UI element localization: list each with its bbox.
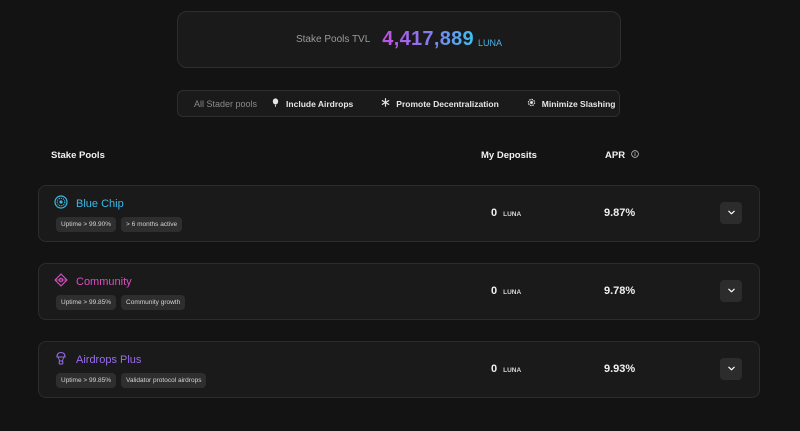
- pool-tag: Uptime > 99.85%: [56, 373, 117, 388]
- pool-tag: > 6 months active: [121, 217, 183, 232]
- gear-icon: [527, 98, 536, 109]
- chevron-down-icon: [727, 204, 736, 222]
- filter-minimize-slashing[interactable]: Minimize Slashing: [527, 98, 616, 109]
- pool-tag: Uptime > 99.90%: [56, 217, 117, 232]
- filter-promote-decentralization-label: Promote Decentralization: [396, 98, 499, 109]
- expand-button[interactable]: [720, 202, 742, 224]
- pool-deposit: 0 LUNA: [491, 363, 521, 375]
- tvl-card: Stake Pools TVL 4,417,889 LUNA: [177, 11, 621, 68]
- airdrops-plus-icon: [54, 351, 68, 368]
- filter-bar: All Stader pools Include Airdrops Promot…: [177, 90, 620, 117]
- pool-deposit-unit: LUNA: [503, 367, 522, 374]
- pool-title-blue-chip[interactable]: Blue Chip: [54, 195, 124, 212]
- header-apr: APR: [605, 150, 639, 161]
- pool-row-blue-chip: Blue Chip Uptime > 99.90% > 6 months act…: [38, 185, 760, 242]
- page: Stake Pools TVL 4,417,889 LUNA All Stade…: [0, 0, 800, 431]
- pool-deposit-value: 0: [491, 285, 498, 297]
- filter-include-airdrops-label: Include Airdrops: [286, 98, 354, 109]
- pool-deposit: 0 LUNA: [491, 285, 521, 297]
- info-icon[interactable]: [631, 150, 639, 161]
- pool-name: Community: [76, 275, 132, 288]
- blue-chip-icon: [54, 195, 68, 212]
- tvl-value: 4,417,889: [382, 28, 474, 50]
- header-apr-label: APR: [605, 150, 626, 161]
- pool-title-community[interactable]: Community: [54, 273, 132, 290]
- community-icon: [54, 273, 68, 290]
- filter-minimize-slashing-label: Minimize Slashing: [541, 98, 616, 109]
- pool-name: Blue Chip: [76, 197, 124, 210]
- header-my-deposits: My Deposits: [481, 150, 537, 161]
- balloon-icon: [271, 98, 280, 109]
- pool-name: Airdrops Plus: [76, 353, 142, 366]
- pool-row-community: Community Uptime > 99.85% Community grow…: [38, 263, 760, 320]
- tvl-unit: LUNA: [477, 37, 502, 48]
- expand-button[interactable]: [720, 280, 742, 302]
- pool-apr: 9.87%: [604, 207, 636, 219]
- pool-tags: Uptime > 99.90% > 6 months active: [56, 217, 183, 232]
- filter-all-pools[interactable]: All Stader pools: [194, 99, 257, 109]
- tvl-value-group: 4,417,889 LUNA: [382, 28, 502, 51]
- chevron-down-icon: [727, 282, 736, 300]
- pool-deposit-unit: LUNA: [503, 211, 522, 218]
- pool-tag: Community growth: [121, 295, 186, 310]
- pool-tags: Uptime > 99.85% Validator protocol airdr…: [56, 373, 207, 388]
- pool-deposit-unit: LUNA: [503, 289, 522, 296]
- filter-promote-decentralization[interactable]: Promote Decentralization: [381, 98, 499, 109]
- pool-row-airdrops-plus: Airdrops Plus Uptime > 99.85% Validator …: [38, 341, 760, 398]
- pool-tag: Validator protocol airdrops: [121, 373, 207, 388]
- asterisk-icon: [381, 98, 390, 109]
- filter-include-airdrops[interactable]: Include Airdrops: [271, 98, 353, 109]
- pool-deposit-value: 0: [491, 363, 498, 375]
- pool-deposit: 0 LUNA: [491, 207, 521, 219]
- pool-title-airdrops-plus[interactable]: Airdrops Plus: [54, 351, 141, 368]
- header-stake-pools: Stake Pools: [51, 150, 105, 161]
- expand-button[interactable]: [720, 358, 742, 380]
- pool-tags: Uptime > 99.85% Community growth: [56, 295, 186, 310]
- chevron-down-icon: [727, 360, 736, 378]
- pool-apr: 9.78%: [604, 285, 636, 297]
- pool-tag: Uptime > 99.85%: [56, 295, 117, 310]
- pool-apr: 9.93%: [604, 363, 636, 375]
- pool-deposit-value: 0: [491, 207, 498, 219]
- tvl-label: Stake Pools TVL: [295, 34, 371, 45]
